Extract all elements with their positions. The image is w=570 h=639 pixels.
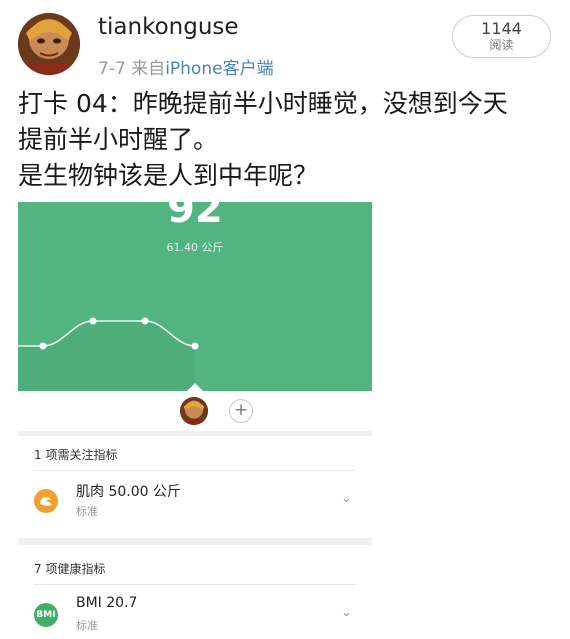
trend-point (39, 342, 47, 350)
post-meta: 7-7 来自iPhone客户端 (98, 54, 274, 79)
selected-user-avatar[interactable] (180, 397, 208, 425)
post-header: tiankonguse 7-7 来自iPhone客户端 1144 阅读 (0, 0, 570, 86)
muscle-icon (34, 489, 58, 513)
metric-name: BMI 20.7 (76, 595, 138, 611)
read-count-badge: 1144 阅读 (452, 15, 551, 58)
attention-section-title: 1 项需关注指标 (34, 448, 118, 462)
source-link[interactable]: iPhone客户端 (165, 59, 273, 79)
metric-status: 标准 (76, 505, 98, 518)
embedded-screenshot[interactable]: 92 61.40 公斤 + 1 项需关注指标 肌肉 50.00 公斤 标准 ⌄ … (18, 202, 372, 639)
health-section-title: 7 项健康指标 (34, 562, 106, 576)
trend-point (191, 342, 199, 350)
metric-name: 肌肉 50.00 公斤 (76, 484, 181, 500)
post-text-line: 提前半小时醒了。 (18, 125, 219, 154)
chevron-down-icon[interactable]: ⌄ (341, 605, 352, 620)
add-user-button[interactable]: + (229, 399, 253, 423)
section-gap (18, 538, 372, 545)
user-avatar[interactable] (18, 13, 80, 75)
post-date: 7-7 (98, 59, 126, 79)
source-prefix: 来自 (131, 59, 166, 79)
trend-point (141, 317, 149, 325)
weight-chart-panel: 92 61.40 公斤 (18, 202, 372, 391)
read-count: 1144 (481, 19, 522, 38)
trend-point (89, 317, 97, 325)
username[interactable]: tiankonguse (98, 14, 239, 40)
bmi-icon: BMI (34, 603, 58, 627)
post-text-line: 是生物钟该是人到中年呢？ (18, 161, 319, 190)
section-gap (18, 431, 372, 436)
avatar-image (18, 13, 80, 75)
read-label: 阅读 (489, 38, 514, 52)
metric-row-muscle[interactable]: 肌肉 50.00 公斤 标准 ⌄ (18, 471, 372, 531)
post-body: 打卡 04：昨晚提前半小时睡觉，没想到今天 提前半小时醒了。 是生物钟该是人到中… (18, 86, 558, 194)
metric-row-bmi[interactable]: BMI BMI 20.7 标准 ⌄ (18, 585, 372, 639)
mini-avatar-image (180, 397, 208, 425)
metric-status: 标准 (76, 619, 98, 632)
chevron-down-icon[interactable]: ⌄ (341, 491, 352, 506)
trend-chart (18, 317, 199, 391)
user-switcher: + (18, 383, 372, 431)
selection-pointer (187, 383, 203, 391)
post-text-line: 打卡 04：昨晚提前半小时睡觉，没想到今天 (18, 89, 508, 118)
